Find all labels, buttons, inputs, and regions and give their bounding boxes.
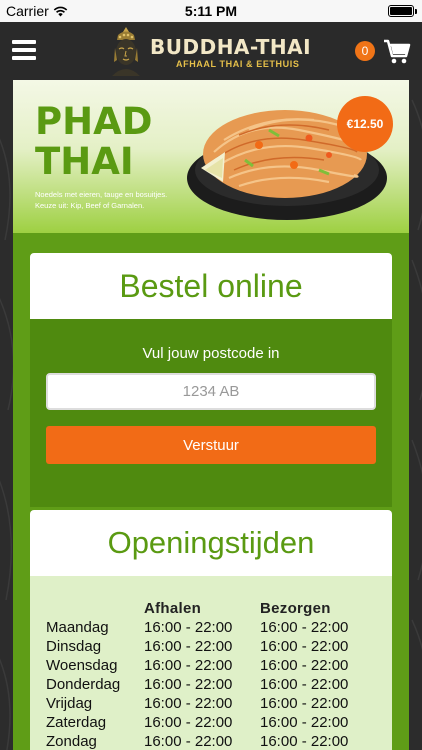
- delivery-cell: 16:00 - 22:00: [260, 714, 349, 731]
- opening-hours-heading: Openingstijden: [30, 510, 392, 576]
- table-row: Zondag 16:00 - 22:00 16:00 - 22:00: [46, 732, 376, 750]
- promo-banner[interactable]: PHAD THAI Noedels met eieren, tauge en b…: [13, 80, 409, 233]
- day-cell: Vrijdag: [46, 695, 93, 712]
- day-cell: Dinsdag: [46, 638, 102, 655]
- pickup-cell: 16:00 - 22:00: [144, 657, 233, 674]
- pickup-cell: 16:00 - 22:00: [144, 733, 233, 750]
- postcode-label: Vul jouw postcode in: [142, 345, 280, 362]
- table-row: Donderdag 16:00 - 22:00 16:00 - 22:00: [46, 675, 376, 694]
- table-row: Woensdag 16:00 - 22:00 16:00 - 22:00: [46, 656, 376, 675]
- day-cell: Woensdag: [46, 657, 118, 674]
- pickup-cell: 16:00 - 22:00: [144, 676, 233, 693]
- day-cell: Zondag: [46, 733, 97, 750]
- cart-count-badge[interactable]: 0: [355, 41, 375, 61]
- brand-logo[interactable]: BUDDHA-THAI AFHAAL THAI & EETHUIS: [106, 26, 316, 76]
- price-badge: €12.50: [337, 96, 393, 152]
- day-cell: Maandag: [46, 619, 109, 636]
- buddha-logo: [112, 27, 140, 76]
- hours-header-row: Afhalen Bezorgen: [46, 598, 376, 618]
- promo-description-1: Noedels met eieren, tauge en bosuitjes.: [35, 190, 168, 199]
- order-form: Vul jouw postcode in Verstuur: [30, 319, 392, 507]
- main-panel: PHAD THAI Noedels met eieren, tauge en b…: [13, 80, 409, 750]
- delivery-cell: 16:00 - 22:00: [260, 619, 349, 636]
- column-header-delivery: Bezorgen: [260, 599, 331, 617]
- delivery-cell: 16:00 - 22:00: [260, 695, 349, 712]
- day-cell: Zaterdag: [46, 714, 107, 731]
- delivery-cell: 16:00 - 22:00: [260, 676, 349, 693]
- brand-tagline: AFHAAL THAI & EETHUIS: [176, 59, 300, 69]
- postcode-input[interactable]: [46, 373, 376, 410]
- opening-hours-table: Afhalen Bezorgen Maandag 16:00 - 22:00 1…: [46, 598, 376, 750]
- pickup-cell: 16:00 - 22:00: [144, 714, 233, 731]
- column-header-pickup: Afhalen: [144, 599, 202, 617]
- submit-button[interactable]: Verstuur: [46, 426, 376, 464]
- table-row: Maandag 16:00 - 22:00 16:00 - 22:00: [46, 618, 376, 637]
- order-heading: Bestel online: [30, 253, 392, 319]
- table-row: Zaterdag 16:00 - 22:00 16:00 - 22:00: [46, 713, 376, 732]
- opening-hours-panel: Afhalen Bezorgen Maandag 16:00 - 22:00 1…: [30, 576, 392, 750]
- menu-icon[interactable]: [12, 40, 36, 60]
- pickup-cell: 16:00 - 22:00: [144, 695, 233, 712]
- promo-title: PHAD THAI: [35, 102, 185, 182]
- pickup-cell: 16:00 - 22:00: [144, 619, 233, 636]
- promo-title-line-1: PHAD: [35, 100, 153, 143]
- status-bar: Carrier 5:11 PM: [0, 0, 422, 22]
- delivery-cell: 16:00 - 22:00: [260, 638, 349, 655]
- battery-icon: [388, 5, 417, 17]
- delivery-cell: 16:00 - 22:00: [260, 657, 349, 674]
- status-time: 5:11 PM: [184, 3, 238, 19]
- day-cell: Donderdag: [46, 676, 121, 693]
- table-row: Vrijdag 16:00 - 22:00 16:00 - 22:00: [46, 694, 376, 713]
- table-row: Dinsdag 16:00 - 22:00 16:00 - 22:00: [46, 637, 376, 656]
- delivery-cell: 16:00 - 22:00: [260, 733, 349, 750]
- column-header-day: [46, 598, 144, 618]
- pickup-cell: 16:00 - 22:00: [144, 638, 233, 655]
- brand-name: BUDDHA-THAI: [150, 35, 312, 59]
- promo-description-2: Keuze uit: Kip, Beef of Garnalen.: [35, 201, 145, 210]
- cart-icon[interactable]: [383, 39, 411, 65]
- promo-title-line-2: THAI: [35, 140, 134, 183]
